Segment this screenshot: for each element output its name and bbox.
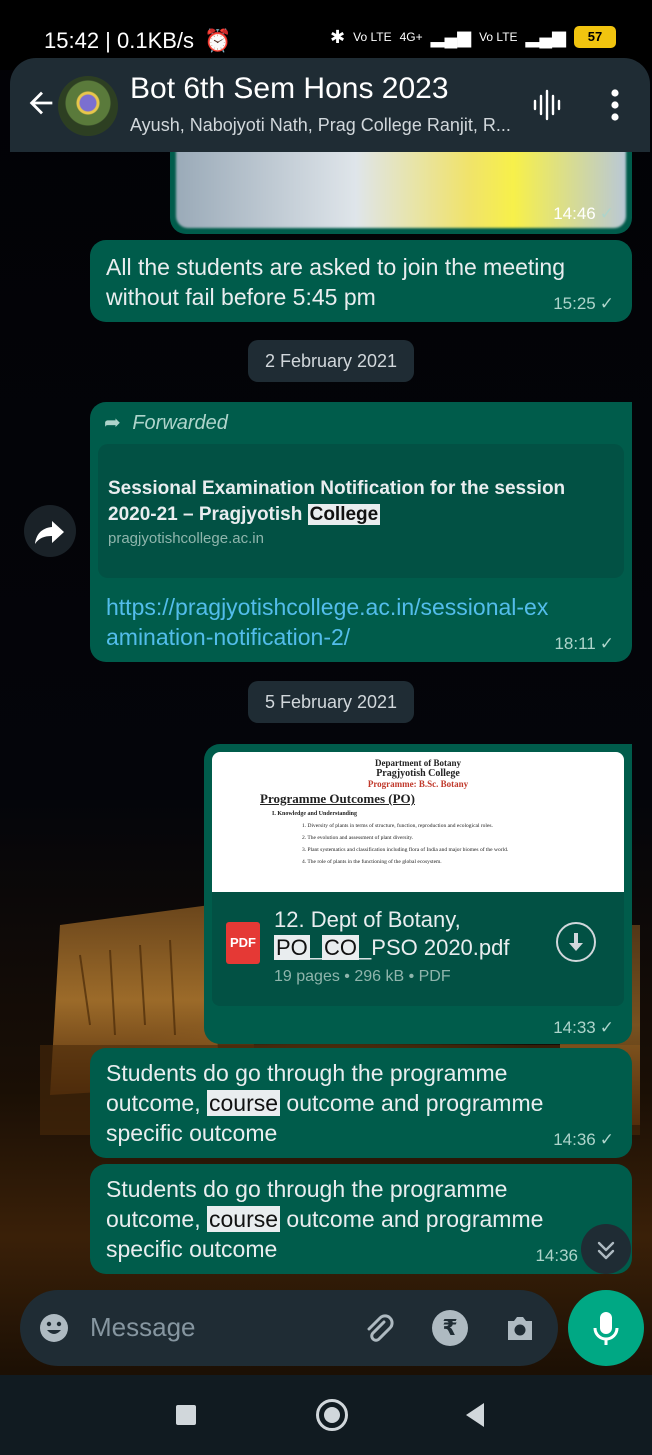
network-4g-label: 4G+ [399,30,423,44]
search-highlight: course [207,1206,281,1232]
back-arrow-icon[interactable] [24,86,58,120]
home-button[interactable] [316,1399,348,1431]
pdf-file-icon: PDF [226,922,260,964]
emoji-icon[interactable] [38,1312,70,1344]
link-preview-title: Sessional Examination Notification for t… [108,476,608,528]
group-title[interactable]: Bot 6th Sem Hons 2023 [130,72,449,106]
search-highlight: College [307,504,381,525]
search-highlight: CO [322,935,360,960]
filename-separator: _ [309,935,323,960]
rupee-payment-icon[interactable]: ₹ [432,1310,468,1346]
camera-icon[interactable] [502,1310,538,1346]
msg2-time-text: 14:36 [553,1130,596,1149]
sent-check-icon: ✓ [599,204,614,223]
message-text: Students do go through the programme out… [106,1174,576,1264]
message-input[interactable]: Message [90,1312,196,1343]
document-info-card[interactable]: PDF 12. Dept of Botany, PO_CO_PSO 2020.p… [212,892,624,1006]
message-input-bar[interactable]: Message ₹ [20,1290,558,1366]
preview-line: 3. Plant systematics and classification … [302,847,509,853]
search-highlight: PO [274,935,310,960]
doc-time-text: 14:33 [553,1018,596,1037]
scroll-to-bottom-button[interactable] [581,1224,631,1274]
sent-check-icon: ✓ [599,1130,614,1149]
preview-college: Pragjyotish College [376,768,460,779]
link-preview-card[interactable]: Sessional Examination Notification for t… [98,444,624,578]
group-avatar[interactable] [58,76,118,136]
volte-badge-1: Vo LTE [353,30,392,44]
group-members[interactable]: Ayush, Nabojyoti Nath, Prag College Ranj… [130,115,520,136]
forwarded-arrow-icon: ➦ [104,412,121,434]
recents-button[interactable] [176,1405,196,1425]
sent-check-icon: ✓ [599,1018,614,1037]
filename-line-2: PO_CO_PSO 2020.pdf [274,934,544,962]
link-time-text: 18:11 [554,634,596,653]
link-message-bubble[interactable]: ➦ Forwarded Sessional Examination Notifi… [90,402,632,662]
battery-icon: 57 [574,26,616,48]
preview-line: 4. The role of plants in the functioning… [302,859,442,865]
message-time: 14:33 ✓ [553,1018,614,1038]
message-time: 14:36 ✓ [553,1130,614,1150]
link-url[interactable]: https://pragjyotishcollege.ac.in/session… [106,592,554,652]
more-options-icon[interactable] [605,86,625,124]
preview-dept: Department of Botany [375,758,461,768]
back-nav-button[interactable] [466,1403,484,1427]
voice-call-waveform-icon[interactable] [530,88,564,122]
signal-icon-2: ▂▄▆ [525,26,566,47]
filename-rest: _PSO 2020.pdf [359,935,510,960]
chat-area[interactable]: 14:46 ✓ All the students are asked to joi… [0,152,652,1280]
alarm-icon: ⏰ [204,28,232,53]
sent-check-icon: ✓ [599,294,614,313]
search-highlight: course [207,1090,281,1116]
document-preview-image[interactable]: Department of Botany Pragjyotish College… [212,752,624,892]
chat-header: Bot 6th Sem Hons 2023 Ayush, Nabojyoti N… [10,58,650,152]
signal-icon: ▂▄▆ [430,26,472,47]
message-time: 15:25 ✓ [553,294,614,314]
status-icons: ✱ Vo LTE 4G+ ▂▄▆ Vo LTE ▂▄▆ 57 [330,26,616,48]
attach-icon[interactable] [360,1310,396,1346]
text-message-bubble[interactable]: Students do go through the programme out… [90,1048,632,1158]
preview-programme: Programme: B.Sc. Botany [367,779,469,789]
status-time-text: 15:42 | 0.1KB/s [44,28,195,53]
date-separator: 2 February 2021 [248,340,414,382]
forwarded-text: Forwarded [132,412,228,434]
microphone-icon [593,1312,619,1345]
preview-heading: Programme Outcomes (PO) [260,791,415,806]
document-message-bubble[interactable]: Department of Botany Pragjyotish College… [204,744,632,1044]
bluetooth-icon: ✱ [330,26,346,47]
text-message-bubble[interactable]: Students do go through the programme out… [90,1164,632,1274]
volte-badge-2: Vo LTE [479,30,518,44]
system-navigation-bar [0,1375,652,1455]
document-filename: 12. Dept of Botany, PO_CO_PSO 2020.pdf [274,906,544,962]
voice-record-button[interactable] [568,1290,644,1366]
sent-check-icon: ✓ [599,634,614,653]
message-text: Students do go through the programme out… [106,1058,576,1148]
msg3-time-text: 14:36 [535,1246,578,1265]
message-time: 14:46 ✓ [553,204,614,224]
preview-line: 2. The evolution and assessment of plant… [302,835,414,841]
date-separator: 5 February 2021 [248,681,414,723]
msg1-time-text: 15:25 [553,294,596,313]
link-preview-domain: pragjyotishcollege.ac.in [108,530,264,547]
preview-line: 1. Diversity of plants in terms of struc… [302,823,493,829]
message-time: 14:36 [535,1246,578,1266]
status-time: 15:42 | 0.1KB/s ⏰ [44,28,232,54]
image-time-text: 14:46 [553,204,596,223]
forwarded-label: ➦ Forwarded [104,410,228,435]
download-icon[interactable] [556,922,596,962]
message-text: All the students are asked to join the m… [106,254,566,310]
image-message-bubble[interactable]: 14:46 ✓ [170,152,632,234]
pdf-icon-label: PDF [230,935,256,950]
document-meta: 19 pages • 296 kB • PDF [274,968,451,985]
preview-section: I. Knowledge and Understanding [272,811,358,817]
filename-line-1: 12. Dept of Botany, [274,907,461,932]
forward-button[interactable] [24,505,76,557]
text-message-bubble[interactable]: All the students are asked to join the m… [90,240,632,322]
message-time: 18:11 ✓ [554,634,614,654]
